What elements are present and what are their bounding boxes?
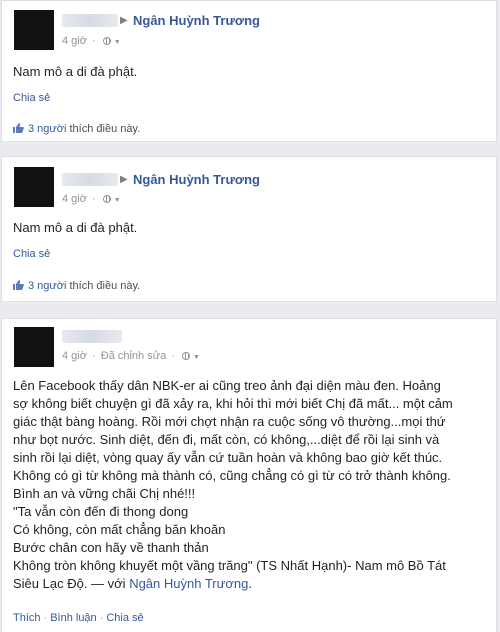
likes-count[interactable]: 3 người bbox=[28, 123, 66, 135]
post-actions: Thích · Bình luận · Chia sẻ bbox=[13, 611, 144, 625]
avatar[interactable] bbox=[14, 167, 54, 207]
likes-suffix: thích điều này. bbox=[69, 280, 141, 292]
timestamp[interactable]: 4 giờ bbox=[62, 193, 87, 205]
text-line: Không tròn không khuyết một vầng trăng" … bbox=[13, 558, 446, 573]
post-meta: 4 giờ · Đã chỉnh sửa · ▼ bbox=[62, 349, 202, 365]
post-meta: 4 giờ · ▼ bbox=[62, 34, 123, 50]
separator: · bbox=[171, 350, 175, 362]
edited-label[interactable]: Đã chỉnh sửa bbox=[101, 350, 166, 362]
text-line-last: Siêu Lạc Độ. — với Ngân Huỳnh Trương. bbox=[13, 575, 486, 593]
separator: · bbox=[99, 612, 104, 624]
chevron-down-icon[interactable]: ▼ bbox=[193, 354, 200, 361]
thumbs-up-icon bbox=[13, 280, 24, 290]
avatar[interactable] bbox=[14, 327, 54, 367]
text-line: Bước chân con hãy về thanh thản bbox=[13, 540, 209, 555]
text-line-suffix: . bbox=[248, 576, 252, 591]
post-text-content: Nam mô a di đà phật. bbox=[13, 64, 138, 79]
author-name-redacted[interactable] bbox=[62, 173, 118, 186]
text-line: sợ không biết chuyện gì đã xảy ra, khi h… bbox=[13, 396, 453, 411]
post-3: 4 giờ · Đã chỉnh sửa · ▼ Lên Facebook th… bbox=[1, 318, 497, 632]
post-text: Nam mô a di đà phật. bbox=[13, 63, 486, 81]
thumbs-up-icon bbox=[13, 123, 24, 133]
post-2: ▶ Ngân Huỳnh Trương 4 giờ · ▼ Nam mô a d… bbox=[1, 156, 497, 302]
separator: · bbox=[43, 612, 48, 624]
like-button[interactable]: Thích bbox=[13, 612, 41, 624]
likes-summary[interactable]: 3 người thích điều này. bbox=[13, 279, 140, 293]
author-name-redacted[interactable] bbox=[62, 14, 118, 27]
text-line: giác thật bàng hoàng. Rồi mới chợt nhận … bbox=[13, 414, 446, 429]
avatar[interactable] bbox=[14, 10, 54, 50]
author-name-redacted[interactable] bbox=[62, 330, 122, 343]
text-line: Có không, còn mất chẳng băn khoăn bbox=[13, 522, 226, 537]
chevron-down-icon[interactable]: ▼ bbox=[114, 39, 121, 46]
arrow-right-icon: ▶ bbox=[120, 15, 128, 26]
post-text: Nam mô a di đà phật. bbox=[13, 219, 486, 237]
share-link[interactable]: Chia sẻ bbox=[13, 91, 50, 105]
likes-count[interactable]: 3 người bbox=[28, 280, 66, 292]
share-button[interactable]: Chia sẻ bbox=[106, 612, 143, 624]
arrow-right-icon: ▶ bbox=[120, 174, 128, 185]
likes-summary[interactable]: 3 người thích điều này. bbox=[13, 122, 140, 136]
globe-icon[interactable] bbox=[102, 37, 111, 45]
share-link[interactable]: Chia sẻ bbox=[13, 247, 50, 261]
post-meta: 4 giờ · ▼ bbox=[62, 192, 123, 208]
text-line: sinh rồi lại diệt, vòng quay ấy vẫn cứ t… bbox=[13, 450, 443, 465]
text-line: Không có gì từ không mà thành có, cũng c… bbox=[13, 468, 451, 483]
target-name-link[interactable]: Ngân Huỳnh Trương bbox=[133, 172, 260, 188]
post-text-content: Nam mô a di đà phật. bbox=[13, 220, 138, 235]
separator: · bbox=[92, 35, 96, 47]
globe-icon[interactable] bbox=[182, 352, 190, 360]
tagged-user-link[interactable]: Ngân Huỳnh Trương bbox=[129, 576, 248, 591]
text-line: Lên Facebook thấy dân NBK-er ai cũng tre… bbox=[13, 378, 441, 393]
text-line: "Ta vẫn còn đến đi thong dong bbox=[13, 504, 189, 519]
post-text: Lên Facebook thấy dân NBK-er ai cũng tre… bbox=[13, 377, 486, 593]
likes-suffix: thích điều này. bbox=[69, 123, 141, 135]
post-1: ▶ Ngân Huỳnh Trương 4 giờ · ▼ Nam mô a d… bbox=[1, 0, 497, 142]
separator: · bbox=[92, 350, 96, 362]
text-line: Bình an và vững chãi Chị nhé!!! bbox=[13, 486, 196, 501]
globe-icon[interactable] bbox=[102, 195, 111, 203]
comment-button[interactable]: Bình luận bbox=[50, 612, 96, 624]
timestamp[interactable]: 4 giờ bbox=[62, 35, 87, 47]
target-name-link[interactable]: Ngân Huỳnh Trương bbox=[133, 13, 260, 29]
text-line: như bọt nước. Sinh diệt, đến đi, mất còn… bbox=[13, 432, 440, 447]
chevron-down-icon[interactable]: ▼ bbox=[114, 197, 121, 204]
text-line-prefix: Siêu Lạc Độ. — với bbox=[13, 576, 130, 591]
timestamp[interactable]: 4 giờ bbox=[62, 350, 87, 362]
separator: · bbox=[92, 193, 96, 205]
